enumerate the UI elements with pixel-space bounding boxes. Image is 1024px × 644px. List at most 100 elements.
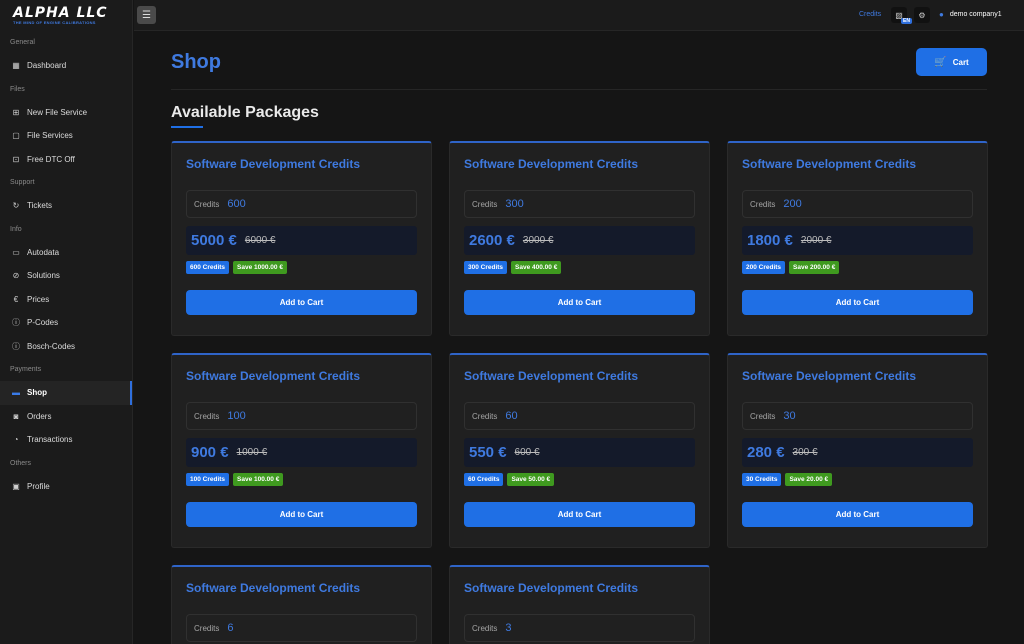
shop-icon: ▬	[12, 388, 20, 398]
sidebar-item-file-services[interactable]: ▢ File Services	[0, 124, 132, 148]
sidebar: ALPHA LLC THE MIND OF ENGINE CALIBRATION…	[0, 0, 133, 644]
price-box: 2600 € 3000 €	[464, 226, 695, 255]
badges: 200 Credits Save 200.00 €	[742, 261, 843, 274]
sidebar-item-tickets[interactable]: ↻ Tickets	[0, 194, 132, 218]
sidebar-item-autodata[interactable]: ▭ Autodata	[0, 241, 132, 265]
brand-logo[interactable]: ALPHA LLC THE MIND OF ENGINE CALIBRATION…	[0, 0, 132, 31]
price-box: 550 € 600 €	[464, 438, 695, 467]
sidebar-item-bosch-codes[interactable]: ⓘ Bosch-Codes	[0, 335, 132, 359]
old-price: 1000 €	[236, 447, 268, 458]
sidebar-item-label: Solutions	[27, 271, 60, 281]
old-price: 600 €	[514, 447, 540, 458]
badges: 60 Credits Save 50.00 €	[464, 473, 558, 486]
sidebar-item-label: New File Service	[27, 107, 88, 117]
sidebar-item-solutions[interactable]: ⊘ Solutions	[0, 264, 132, 288]
new-file-icon: ⊞	[12, 107, 20, 117]
sidebar-item-p-codes[interactable]: ⓘ P-Codes	[0, 311, 132, 335]
credits-label: Credits	[194, 411, 220, 421]
menu-toggle-button[interactable]: ☰	[137, 6, 156, 24]
add-to-cart-button[interactable]: Add to Cart	[742, 502, 973, 527]
sidebar-item-label: Autodata	[27, 247, 60, 257]
user-menu[interactable]: ● demo company1	[939, 10, 1002, 19]
credits-link[interactable]: Credits	[859, 11, 881, 18]
credits-box: Credits 600	[186, 190, 417, 218]
sidebar-item-transactions[interactable]: ◔ Transactions	[0, 428, 132, 452]
package-card: Software Development Credits Credits 60 …	[449, 353, 710, 548]
package-card: Software Development Credits Credits 600…	[171, 141, 432, 336]
sidebar-item-label: Shop	[27, 388, 47, 398]
price-box: 1800 € 2000 €	[742, 226, 973, 255]
sidebar-item-label: Dashboard	[27, 61, 67, 71]
credits-badge: 200 Credits	[742, 261, 786, 274]
brand-tagline: THE MIND OF ENGINE CALIBRATIONS	[13, 20, 96, 25]
sidebar-item-shop[interactable]: ▬ Shop	[0, 381, 132, 405]
package-card: Software Development Credits Credits 6	[171, 565, 432, 644]
cart-button[interactable]: 🛒 Cart	[916, 48, 987, 76]
orders-icon: ◙	[13, 411, 19, 421]
credits-value: 3	[505, 622, 512, 634]
sidebar-item-label: Orders	[27, 411, 52, 421]
badges: 100 Credits Save 100.00 €	[186, 473, 287, 486]
credits-box: Credits 3	[464, 614, 695, 642]
add-to-cart-button[interactable]: Add to Cart	[464, 502, 695, 527]
save-badge: Save 1000.00 €	[233, 261, 287, 274]
add-to-cart-button[interactable]: Add to Cart	[464, 290, 695, 315]
save-badge: Save 50.00 €	[507, 473, 555, 486]
check-icon: ⊘	[12, 271, 20, 281]
credits-label: Credits	[194, 199, 220, 209]
sidebar-item-free-dtc-off[interactable]: ⊡ Free DTC Off	[0, 148, 132, 172]
price-box: 900 € 1000 €	[186, 438, 417, 467]
section-title: Available Packages	[171, 104, 319, 121]
ticket-icon: ↻	[12, 201, 20, 211]
credits-box: Credits 60	[464, 402, 695, 430]
credits-value: 200	[783, 198, 802, 210]
credits-label: Credits	[194, 623, 220, 633]
add-to-cart-button[interactable]: Add to Cart	[186, 502, 417, 527]
old-price: 300 €	[792, 447, 818, 458]
credits-box: Credits 30	[742, 402, 973, 430]
data-icon: ▭	[12, 247, 20, 257]
add-to-cart-button[interactable]: Add to Cart	[186, 290, 417, 315]
package-title: Software Development Credits	[186, 369, 361, 383]
badges: 600 Credits Save 1000.00 €	[186, 261, 291, 274]
credits-label: Credits	[750, 199, 776, 209]
credits-box: Credits 100	[186, 402, 417, 430]
sidebar-item-profile[interactable]: ▣ Profile	[0, 475, 132, 499]
package-title: Software Development Credits	[464, 369, 639, 383]
badges: 30 Credits Save 20.00 €	[742, 473, 836, 486]
package-title: Software Development Credits	[742, 369, 917, 383]
package-card: Software Development Credits Credits 300…	[449, 141, 710, 336]
price: 1800 €	[747, 232, 793, 249]
sidebar-item-label: Free DTC Off	[27, 154, 75, 164]
package-card: Software Development Credits Credits 3	[449, 565, 710, 644]
package-card: Software Development Credits Credits 200…	[727, 141, 988, 336]
sidebar-item-label: P-Codes	[27, 318, 59, 328]
old-price: 3000 €	[522, 235, 554, 246]
nav-section-files: Files	[10, 85, 25, 93]
price: 900 €	[191, 444, 229, 461]
package-title: Software Development Credits	[742, 157, 917, 171]
price: 2600 €	[469, 232, 515, 249]
package-title: Software Development Credits	[186, 157, 361, 171]
gift-icon: ⊡	[12, 154, 20, 164]
sidebar-item-orders[interactable]: ◙ Orders	[0, 405, 132, 429]
profile-icon: ▣	[12, 481, 20, 491]
save-badge: Save 400.00 €	[511, 261, 562, 274]
settings-button[interactable]: ⚙	[914, 7, 930, 23]
sidebar-item-label: File Services	[27, 131, 73, 141]
sidebar-item-label: Tickets	[27, 201, 53, 211]
nav-section-others: Others	[10, 459, 32, 467]
sidebar-item-dashboard[interactable]: ▦ Dashboard	[0, 54, 132, 78]
menu-icon: ☰	[142, 9, 151, 21]
package-card: Software Development Credits Credits 100…	[171, 353, 432, 548]
add-to-cart-button[interactable]: Add to Cart	[742, 290, 973, 315]
sidebar-item-new-file-service[interactable]: ⊞ New File Service	[0, 101, 132, 125]
sidebar-item-prices[interactable]: € Prices	[0, 288, 132, 312]
sidebar-item-label: Prices	[27, 294, 50, 304]
price-box: 280 € 300 €	[742, 438, 973, 467]
credits-label: Credits	[472, 199, 498, 209]
credits-box: Credits 200	[742, 190, 973, 218]
credits-badge: 100 Credits	[186, 473, 230, 486]
save-badge: Save 20.00 €	[785, 473, 833, 486]
nav-section-general: General	[10, 39, 35, 46]
